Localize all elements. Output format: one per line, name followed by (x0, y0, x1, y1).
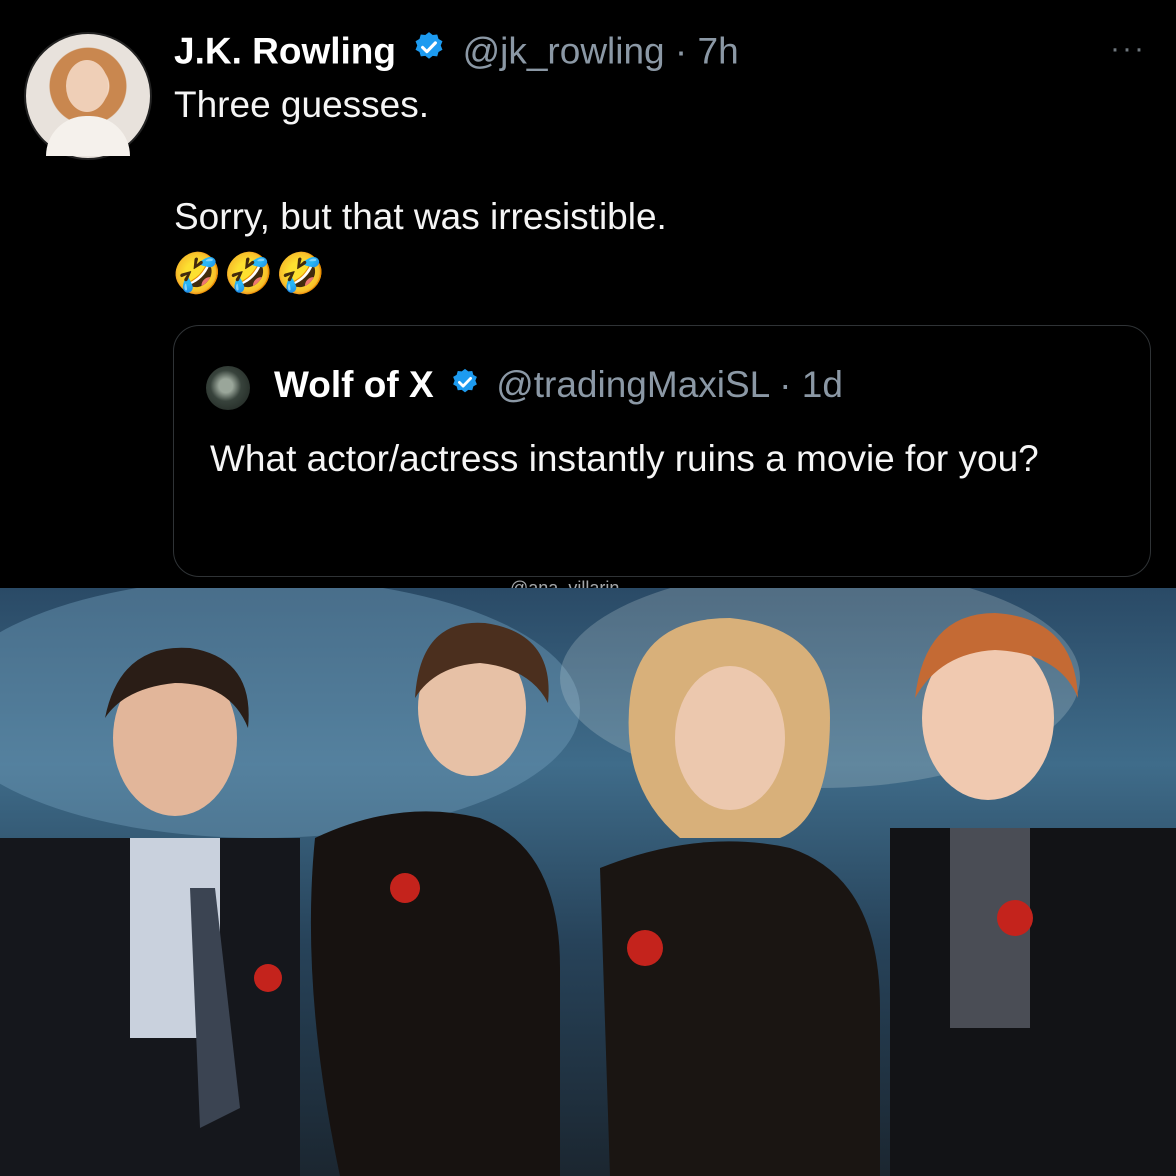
quoted-author-avatar[interactable] (206, 366, 250, 410)
author-avatar[interactable] (24, 32, 152, 160)
tweet-header: J.K. Rowling @jk_rowling · 7h (174, 30, 739, 77)
author-name[interactable]: J.K. Rowling (174, 30, 396, 71)
quoted-tweet-header: Wolf of X @tradingMaxiSL · 1d (274, 364, 843, 410)
photo-illustration (0, 588, 1176, 1176)
attached-photo[interactable] (0, 588, 1176, 1176)
author-handle[interactable]: @jk_rowling (463, 30, 665, 71)
quoted-author-name[interactable]: Wolf of X (274, 364, 434, 405)
quoted-tweet-text: What actor/actress instantly ruins a mov… (210, 438, 1039, 479)
verified-badge-icon (450, 364, 480, 406)
quoted-tweet-time[interactable]: 1d (802, 364, 843, 405)
quoted-time-separator: · (779, 364, 792, 405)
time-separator: · (674, 30, 688, 72)
tweet-time[interactable]: 7h (698, 30, 739, 71)
avatar-face (66, 60, 108, 112)
quoted-tweet[interactable]: Wolf of X @tradingMaxiSL · 1d What actor… (173, 325, 1151, 577)
quoted-author-handle[interactable]: @tradingMaxiSL (496, 364, 769, 405)
tweet: J.K. Rowling @jk_rowling · 7h ··· Three … (0, 0, 1176, 588)
avatar-shoulders (46, 116, 130, 156)
tweet-emojis: 🤣🤣🤣 (172, 252, 328, 296)
verified-badge-icon (412, 30, 446, 73)
tweet-text-line2: Sorry, but that was irresistible. (174, 196, 667, 237)
tweet-text-line1: Three guesses. (174, 84, 430, 125)
more-options-icon[interactable]: ··· (1110, 32, 1146, 66)
